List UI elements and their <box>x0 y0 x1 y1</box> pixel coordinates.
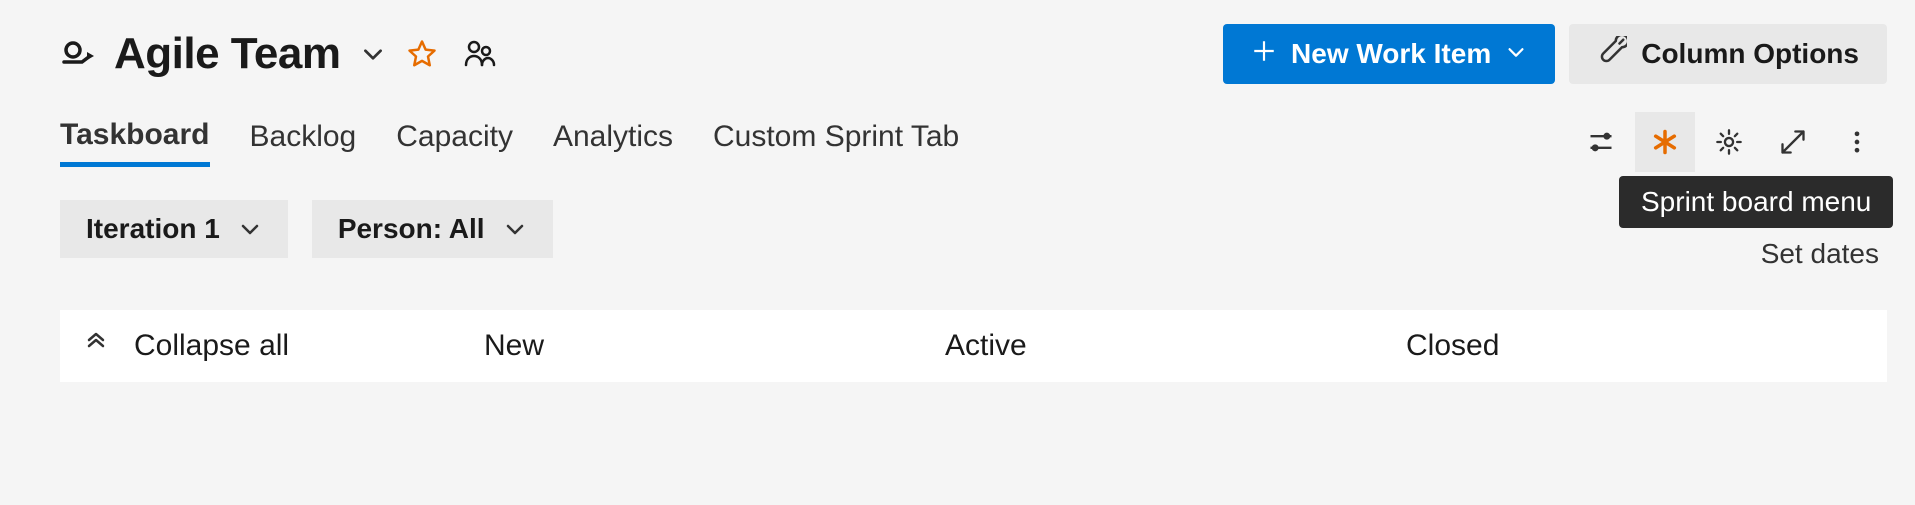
sprint-icon <box>60 38 100 71</box>
column-new: New <box>484 329 945 363</box>
extension-asterisk-icon[interactable] <box>1635 112 1695 172</box>
sprint-board-menu-tooltip: Sprint board menu <box>1619 176 1893 228</box>
set-dates-link[interactable]: Set dates <box>1630 238 1879 270</box>
tab-backlog[interactable]: Backlog <box>250 120 357 164</box>
tabs-bar: Taskboard Backlog Capacity Analytics Cus… <box>60 112 1887 172</box>
new-work-item-button[interactable]: New Work Item <box>1223 24 1555 84</box>
gear-icon[interactable] <box>1699 112 1759 172</box>
column-options-label: Column Options <box>1641 38 1859 70</box>
column-active: Active <box>945 329 1406 363</box>
collapse-all-icon[interactable] <box>84 329 108 363</box>
filters-row: Iteration 1 Person: All No iteration dat… <box>60 200 1887 270</box>
iteration-filter[interactable]: Iteration 1 <box>60 200 288 258</box>
board-column-header: Collapse all New Active Closed <box>60 310 1887 382</box>
tab-analytics[interactable]: Analytics <box>553 120 673 164</box>
tab-taskboard[interactable]: Taskboard <box>60 118 210 167</box>
fullscreen-icon[interactable] <box>1763 112 1823 172</box>
wrench-icon <box>1597 36 1627 73</box>
column-options-button[interactable]: Column Options <box>1569 24 1887 84</box>
more-menu-icon[interactable] <box>1827 112 1887 172</box>
header: Agile Team New Work Item <box>60 24 1887 84</box>
person-filter-label: Person: All <box>338 213 485 245</box>
page-title: Agile Team <box>114 29 340 79</box>
tab-capacity[interactable]: Capacity <box>396 120 513 164</box>
column-closed: Closed <box>1406 329 1867 363</box>
team-picker-chevron-icon[interactable] <box>360 41 386 67</box>
favorite-star-icon[interactable] <box>400 32 444 76</box>
filter-icon[interactable] <box>1571 112 1631 172</box>
new-work-item-label: New Work Item <box>1291 38 1491 70</box>
people-icon[interactable] <box>458 32 502 76</box>
iteration-filter-label: Iteration 1 <box>86 213 220 245</box>
plus-icon <box>1251 38 1277 71</box>
person-filter[interactable]: Person: All <box>312 200 553 258</box>
collapse-all-label[interactable]: Collapse all <box>134 329 289 363</box>
chevron-down-icon <box>1505 38 1527 70</box>
tab-custom-sprint[interactable]: Custom Sprint Tab <box>713 120 959 164</box>
